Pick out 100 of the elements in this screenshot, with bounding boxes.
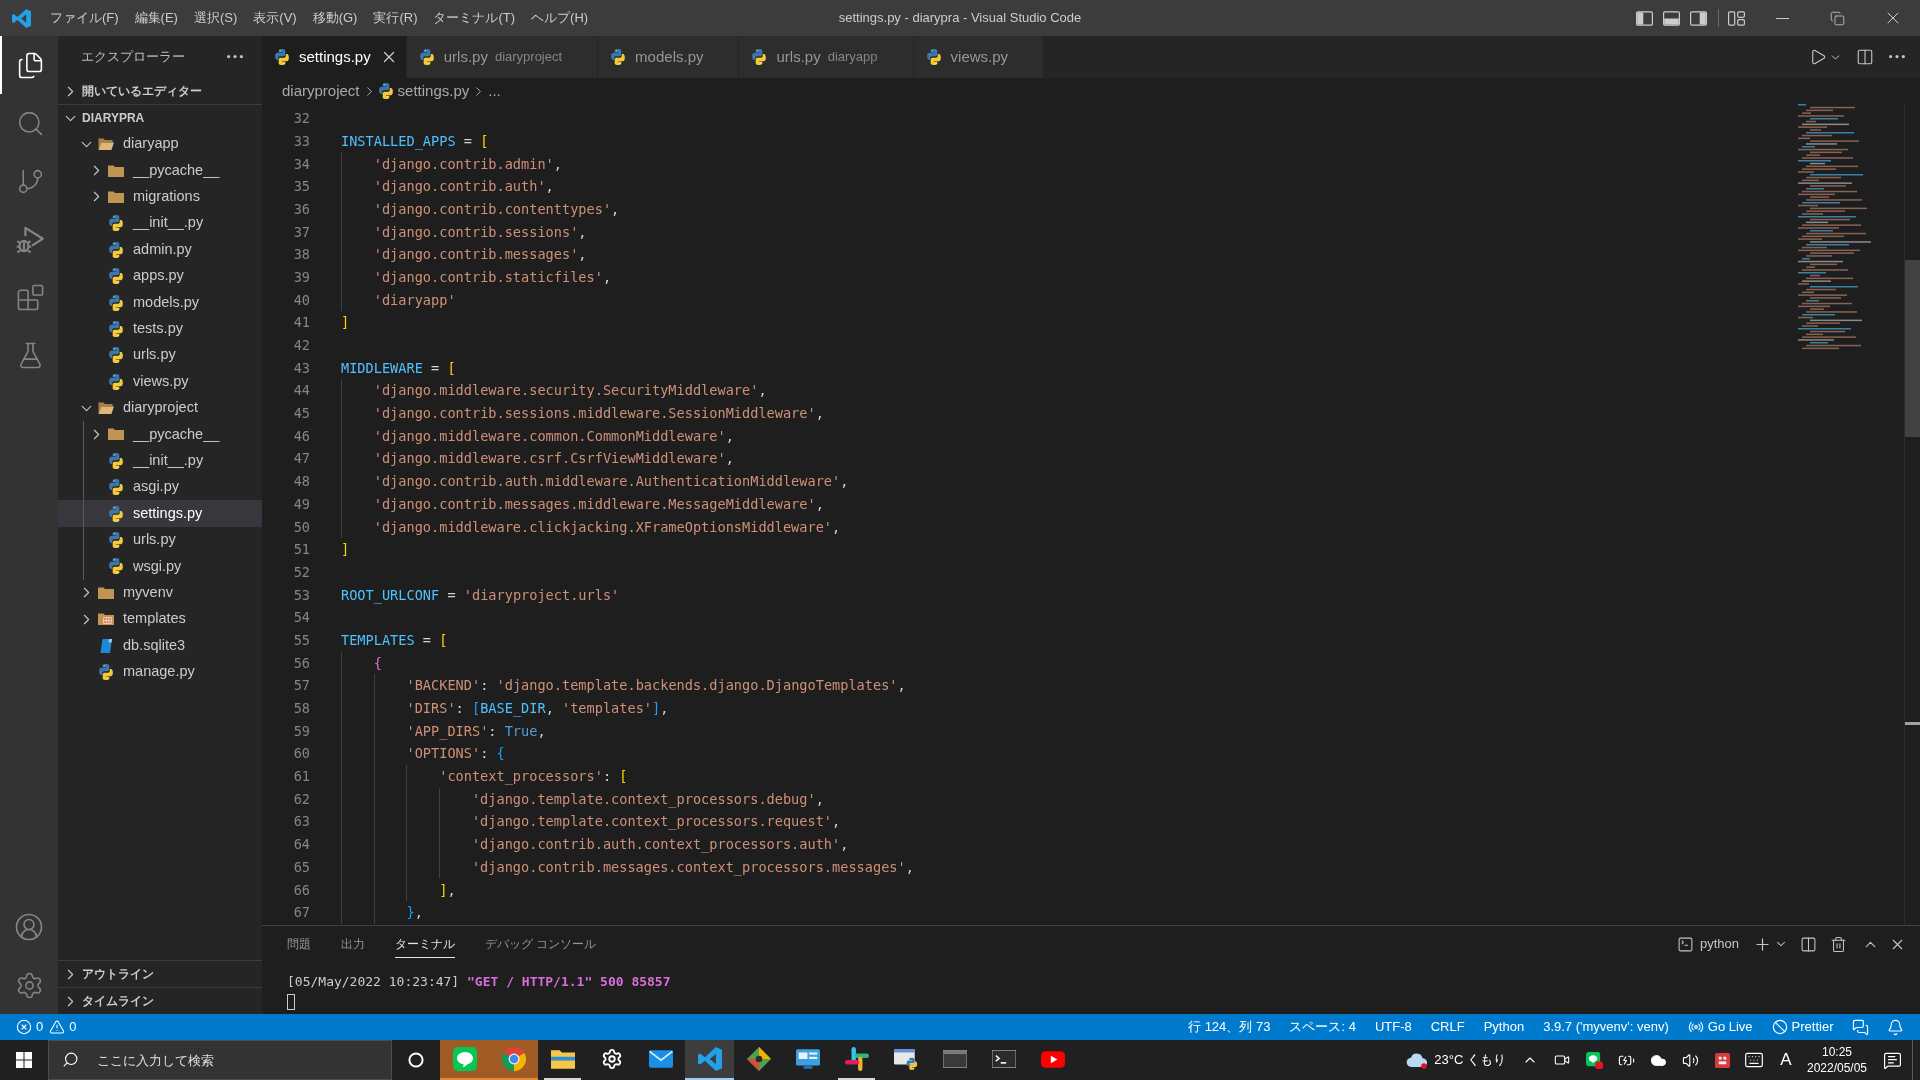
scrollbar-thumb[interactable] bbox=[1905, 260, 1920, 437]
panel-tab[interactable]: 問題 bbox=[287, 930, 311, 958]
editor-tab[interactable]: settings.py bbox=[262, 36, 407, 78]
menu-item[interactable]: ヘルプ(H) bbox=[523, 0, 597, 36]
section-header[interactable]: 開いているエディター bbox=[58, 78, 262, 104]
speech-bubble-icon bbox=[1585, 1051, 1603, 1069]
tree-item[interactable]: models.py bbox=[58, 289, 262, 316]
tree-item[interactable]: asgi.py bbox=[58, 474, 262, 501]
status-item[interactable]: Python bbox=[1474, 1014, 1534, 1040]
tree-item[interactable]: apps.py bbox=[58, 262, 262, 290]
tree-item[interactable]: views.py bbox=[58, 368, 262, 395]
menu-item[interactable]: 編集(E) bbox=[126, 0, 186, 36]
terminal-line: [05/May/2022 10:23:47] "GET / HTTP/1.1" 500 85857 bbox=[287, 973, 671, 992]
open-folder-icon bbox=[98, 138, 114, 151]
editor-tab[interactable]: urls.py diaryapp bbox=[739, 36, 914, 78]
breadcrumb-item[interactable]: diaryproject bbox=[282, 79, 360, 103]
editor-tab[interactable]: urls.py diaryproject bbox=[406, 36, 599, 78]
code-line: ], bbox=[439, 880, 456, 900]
line-number: 61 bbox=[293, 767, 310, 787]
status-item[interactable]: CRLF bbox=[1421, 1014, 1475, 1040]
python-icon bbox=[109, 452, 123, 469]
line-number: 36 bbox=[293, 199, 310, 219]
tree-item[interactable]: urls.py bbox=[58, 342, 262, 369]
code-line: { bbox=[373, 653, 382, 673]
line-number: 37 bbox=[293, 222, 310, 242]
code-line: 'django.contrib.sessions.middleware.SessionMiddleware', bbox=[373, 404, 824, 424]
folder-icon bbox=[550, 1049, 575, 1069]
line-number: 63 bbox=[293, 812, 310, 832]
input-mode-button[interactable]: A bbox=[1770, 1040, 1802, 1080]
tree-item[interactable]: urls.py bbox=[58, 526, 262, 554]
tree-item[interactable]: db.sqlite3 bbox=[58, 632, 262, 659]
tree-item[interactable]: templates bbox=[58, 606, 262, 633]
cloud-icon bbox=[1406, 1051, 1429, 1069]
editor-tab[interactable]: models.py bbox=[598, 36, 740, 78]
video-camera-icon bbox=[1554, 1052, 1570, 1068]
status-item[interactable]: Prettier bbox=[1762, 1014, 1843, 1040]
code-line: 'diaryapp' bbox=[373, 290, 456, 310]
line-number: 33 bbox=[293, 131, 310, 151]
menu-item[interactable]: ターミナル(T) bbox=[425, 0, 524, 36]
tree-item[interactable]: diaryproject bbox=[58, 394, 262, 422]
menu-item[interactable]: 表示(V) bbox=[245, 0, 305, 36]
tree-item[interactable]: manage.py bbox=[58, 658, 262, 686]
line-number: 51 bbox=[293, 540, 310, 560]
weather-button[interactable]: 23°C くもり bbox=[1406, 1040, 1514, 1080]
terminal-profile-button[interactable]: python bbox=[1676, 934, 1739, 954]
section-header[interactable]: DIARYPRA bbox=[58, 105, 262, 131]
tree-item[interactable]: myvenv bbox=[58, 579, 262, 607]
tree-item[interactable]: __init__.py bbox=[58, 210, 262, 237]
taskbar-app[interactable] bbox=[685, 1040, 734, 1080]
python-icon bbox=[419, 49, 434, 65]
tree-item[interactable]: settings.py bbox=[58, 500, 262, 527]
line-number: 39 bbox=[293, 267, 310, 287]
panel-tab[interactable]: 出力 bbox=[341, 930, 365, 958]
breadcrumb-item[interactable]: ... bbox=[488, 79, 501, 103]
code-line: 'DIRS': [BASE_DIR, 'templates'], bbox=[406, 699, 669, 719]
account-icon bbox=[14, 912, 44, 942]
section-header[interactable]: アウトライン bbox=[58, 961, 262, 987]
split-terminal-button[interactable] bbox=[1800, 935, 1817, 953]
circle-slash-icon bbox=[1771, 1019, 1788, 1035]
grid-folder-icon bbox=[98, 613, 114, 626]
panel-tab[interactable]: ターミナル bbox=[395, 930, 455, 958]
code-line: MIDDLEWARE = [ bbox=[341, 358, 456, 378]
panel-tab[interactable]: デバッグ コンソール bbox=[485, 930, 597, 958]
status-item[interactable]: 行 124、列 73 bbox=[1178, 1014, 1280, 1040]
status-item[interactable]: スペース: 4 bbox=[1279, 1014, 1366, 1040]
tree-item[interactable]: diaryapp bbox=[58, 131, 262, 158]
menu-item[interactable]: 実行(R) bbox=[365, 0, 426, 36]
line-number: 55 bbox=[293, 630, 310, 650]
delete-terminal-button[interactable] bbox=[1830, 935, 1847, 953]
editor-tab[interactable]: views.py bbox=[913, 36, 1045, 78]
menu-item[interactable]: 選択(S) bbox=[185, 0, 246, 36]
python-icon bbox=[109, 347, 123, 364]
menu-item[interactable]: ファイル(F) bbox=[42, 0, 127, 36]
status-item[interactable]: UTF-8 bbox=[1365, 1014, 1422, 1040]
code-line: 'django.contrib.messages.middleware.MessageMiddleware', bbox=[373, 494, 824, 514]
tree-item[interactable]: migrations bbox=[58, 183, 262, 211]
folder-icon bbox=[108, 164, 124, 177]
menu-item[interactable]: 移動(G) bbox=[304, 0, 366, 36]
tree-item[interactable]: admin.py bbox=[58, 236, 262, 263]
breadcrumb-item[interactable]: settings.py bbox=[378, 79, 470, 103]
more-icon bbox=[227, 55, 243, 59]
line-number: 64 bbox=[293, 835, 310, 855]
line-number: 59 bbox=[293, 721, 310, 741]
tree-item[interactable]: wsgi.py bbox=[58, 553, 262, 580]
speaker-icon bbox=[1681, 1051, 1699, 1069]
cursor-icon bbox=[287, 994, 295, 1010]
status-item[interactable]: 3.9.7 ('myvenv': venv) bbox=[1533, 1014, 1679, 1040]
tree-item[interactable]: tests.py bbox=[58, 315, 262, 343]
status-item[interactable]: Go Live bbox=[1678, 1014, 1763, 1040]
tree-item[interactable]: __pycache__ bbox=[58, 157, 262, 184]
clock-button[interactable]: 10:25 2022/05/05 bbox=[1802, 1040, 1872, 1080]
search-field[interactable]: ここに入力して検索 bbox=[48, 1040, 392, 1080]
blocks-icon bbox=[15, 282, 45, 312]
code-line: 'django.contrib.auth.context_processors.auth', bbox=[471, 835, 849, 855]
problems-button[interactable]: 0 0 bbox=[0, 1014, 85, 1040]
tree-item[interactable]: __pycache__ bbox=[58, 421, 262, 448]
python-icon bbox=[109, 558, 123, 575]
tree-item[interactable]: __init__.py bbox=[58, 447, 262, 475]
error-icon bbox=[16, 1019, 32, 1035]
section-header[interactable]: タイムライン bbox=[58, 988, 262, 1014]
